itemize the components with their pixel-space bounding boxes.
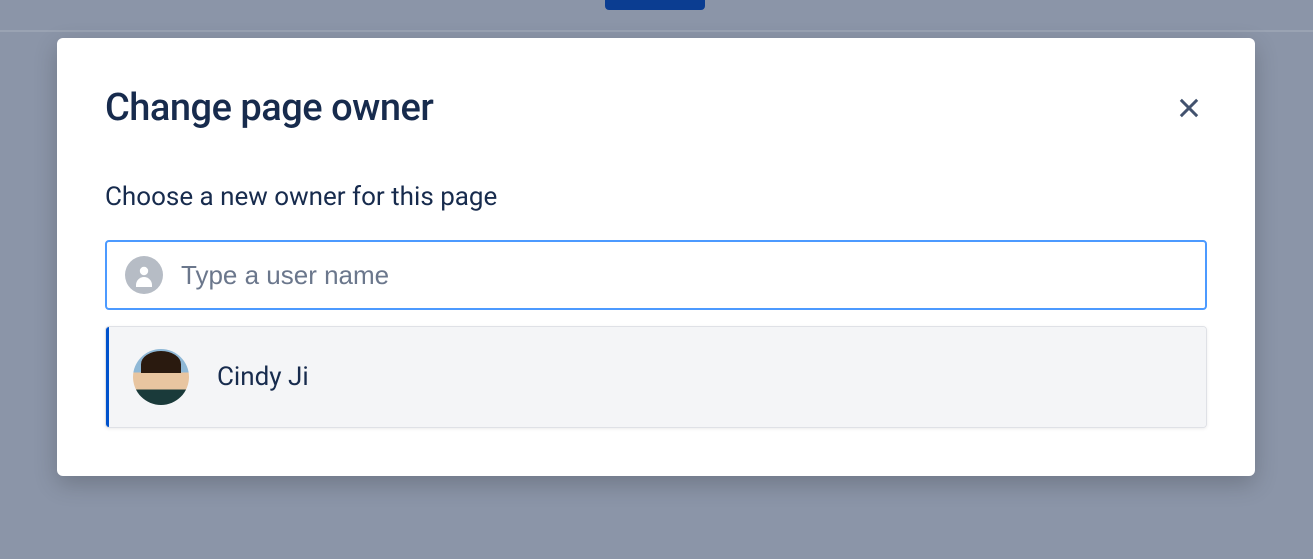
change-owner-modal: Change page owner Choose a new owner for… (57, 38, 1255, 476)
user-dropdown: Cindy Ji (105, 326, 1207, 428)
user-option-name: Cindy Ji (217, 362, 309, 392)
user-option[interactable]: Cindy Ji (106, 327, 1206, 427)
modal-header: Change page owner (105, 86, 1207, 130)
search-wrapper: Cindy Ji (105, 240, 1207, 428)
background-button (605, 0, 705, 10)
avatar (133, 349, 189, 405)
close-button[interactable] (1171, 90, 1207, 126)
user-icon (125, 256, 163, 294)
modal-subtitle: Choose a new owner for this page (105, 182, 1207, 212)
background-topbar (0, 0, 1313, 32)
user-search-box[interactable] (105, 240, 1207, 310)
modal-title: Change page owner (105, 86, 433, 130)
user-search-input[interactable] (181, 260, 1187, 291)
close-icon (1175, 94, 1203, 122)
